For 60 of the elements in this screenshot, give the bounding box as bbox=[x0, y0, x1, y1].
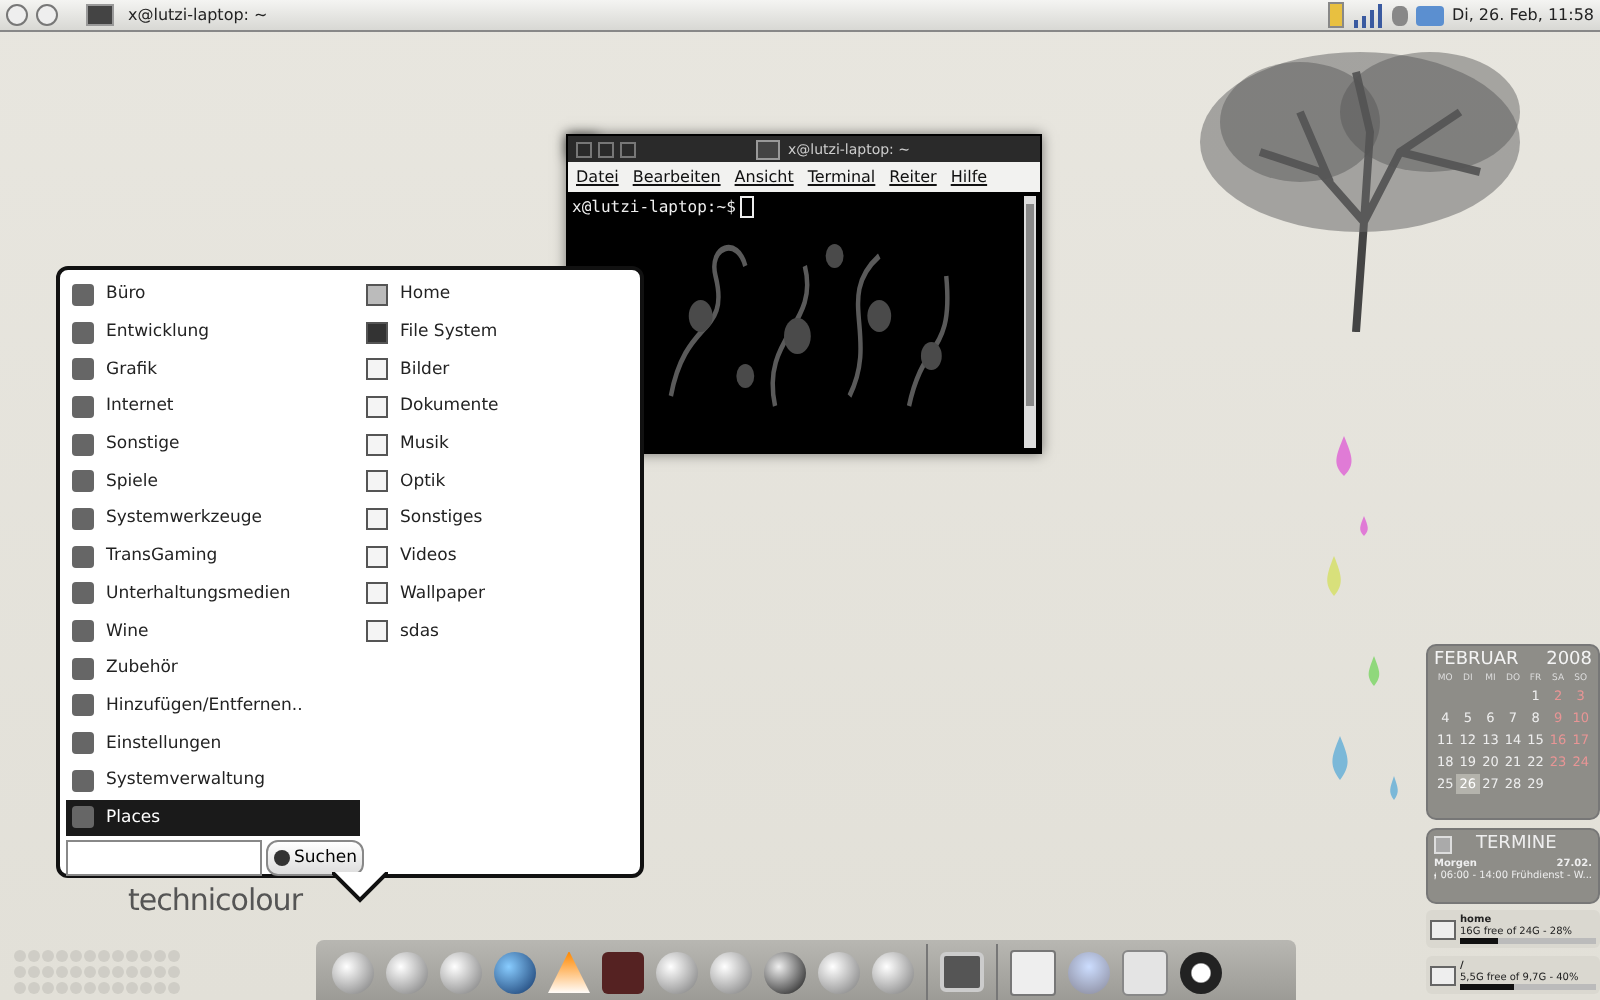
network-icon[interactable] bbox=[1415, 5, 1444, 25]
minimize-button[interactable] bbox=[598, 141, 614, 157]
add-button[interactable] bbox=[1434, 835, 1452, 853]
search-field[interactable] bbox=[66, 840, 262, 877]
place-item[interactable]: Videos bbox=[360, 537, 634, 575]
menu-item[interactable]: Systemverwaltung bbox=[66, 761, 360, 800]
menu-item[interactable]: Entwicklung bbox=[66, 313, 360, 351]
place-item[interactable]: Bilder bbox=[360, 350, 634, 389]
place-item[interactable]: Dokumente bbox=[360, 388, 634, 426]
menu-item[interactable]: Internet bbox=[66, 388, 360, 426]
wallpaper-logo-text: technicolour bbox=[128, 882, 302, 918]
menu-item[interactable]: Unterhaltungsmedien bbox=[66, 575, 360, 613]
terminal-icon bbox=[86, 4, 114, 26]
place-item[interactable]: Wallpaper bbox=[360, 575, 634, 613]
panel-button[interactable] bbox=[6, 4, 28, 26]
maximize-button[interactable] bbox=[620, 141, 636, 157]
place-item[interactable]: Sonstiges bbox=[360, 500, 634, 538]
menu-item[interactable]: Spiele bbox=[66, 462, 360, 501]
menu-item[interactable]: Wine bbox=[66, 612, 360, 650]
close-button[interactable] bbox=[576, 141, 592, 157]
menu-item[interactable]: TransGaming bbox=[66, 537, 360, 575]
menu-item[interactable]: Zubehör bbox=[66, 649, 360, 688]
clock[interactable]: Di, 26. Feb, 11:58 bbox=[1451, 6, 1594, 24]
menu-item[interactable]: Systemwerkzeuge bbox=[66, 500, 360, 538]
drive-icon bbox=[1430, 919, 1456, 939]
place-item[interactable]: File System bbox=[360, 313, 634, 351]
widget-title: TERMINE bbox=[1476, 834, 1557, 854]
drive-icon bbox=[1430, 965, 1456, 985]
terminal-icon bbox=[756, 139, 780, 159]
menu-item[interactable]: Datei bbox=[576, 168, 619, 186]
menu-item[interactable]: Grafik bbox=[66, 350, 360, 389]
battery-icon[interactable] bbox=[1327, 2, 1344, 28]
menu-item[interactable]: Hilfe bbox=[950, 168, 988, 186]
signal-icon[interactable] bbox=[1351, 3, 1384, 27]
power-icon[interactable] bbox=[1180, 951, 1222, 993]
taskbar-window-button[interactable]: x@lutzi-laptop: ~ bbox=[122, 6, 274, 24]
launcher-icon[interactable] bbox=[602, 951, 644, 993]
menu-item[interactable]: Büro bbox=[66, 276, 360, 314]
scrollbar[interactable] bbox=[1024, 196, 1036, 448]
shell-prompt: x@lutzi-laptop:~$ bbox=[572, 198, 736, 216]
menu-item[interactable]: Reiter bbox=[889, 168, 937, 186]
place-item[interactable]: Home bbox=[360, 276, 634, 314]
launcher-icon[interactable] bbox=[494, 951, 536, 993]
place-item[interactable]: sdas bbox=[360, 612, 634, 650]
search-button[interactable]: Suchen bbox=[266, 840, 365, 877]
text-cursor bbox=[739, 196, 754, 218]
launcher-icon[interactable] bbox=[764, 951, 806, 993]
menu-item[interactable]: Einstellungen bbox=[66, 724, 360, 762]
menu-item[interactable]: Ansicht bbox=[734, 168, 794, 186]
month-label: FEBRUAR bbox=[1434, 650, 1519, 670]
menu-item[interactable]: Terminal bbox=[807, 168, 876, 186]
place-item[interactable]: Optik bbox=[360, 462, 634, 501]
place-item[interactable]: Musik bbox=[360, 425, 634, 463]
menu-item[interactable]: Sonstige bbox=[66, 425, 360, 463]
year-label: 2008 bbox=[1546, 650, 1592, 670]
menu-item[interactable]: Bearbeiten bbox=[632, 168, 721, 186]
monitor-icon[interactable] bbox=[940, 952, 984, 992]
menu-item[interactable]: Places bbox=[66, 799, 360, 837]
panel-button[interactable] bbox=[36, 4, 58, 26]
menu-item[interactable]: Hinzufügen/Entfernen.. bbox=[66, 687, 360, 725]
